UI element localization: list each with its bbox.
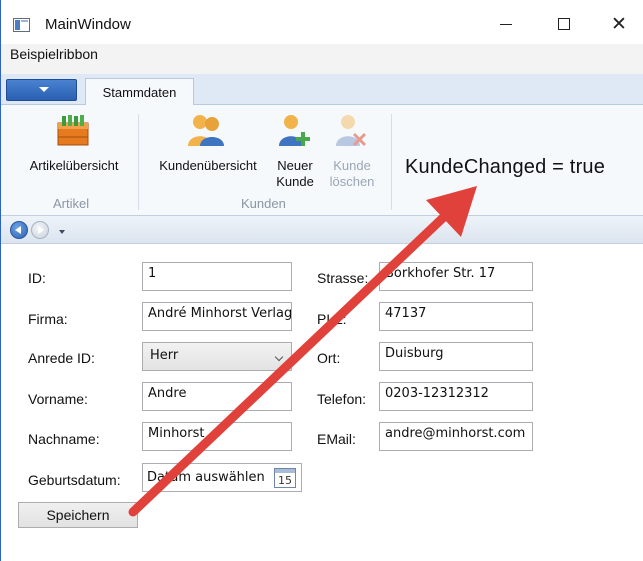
main-window: MainWindow ✕ Beispielribbon Stammdaten A… [0,0,643,561]
group-label-artikel: Artikel [53,196,90,211]
close-icon: ✕ [611,13,627,35]
minimize-icon [500,23,512,25]
ribbon-group-separator [391,114,392,210]
close-button[interactable]: ✕ [605,12,633,36]
ribbon-group-separator [138,114,139,210]
anrede-select[interactable]: Herr [142,342,292,371]
kunde-loeschen-button[interactable]: Kunde löschen [323,113,381,193]
add-user-icon [279,115,310,146]
anrede-label: Anrede ID: [28,350,95,366]
geburtsdatum-datepicker[interactable]: Datum auswählen 15 [142,463,302,492]
plz-label: PLZ: [317,311,347,327]
chevron-down-icon [274,352,284,362]
chevron-down-icon [39,87,49,92]
vorname-label: Vorname: [28,391,88,407]
artikel-uebersicht-button[interactable]: Artikelübersicht [18,113,130,183]
title-bar[interactable]: MainWindow ✕ [1,0,643,44]
email-label: EMail: [317,431,356,447]
minimize-button[interactable] [492,12,520,36]
firma-label: Firma: [28,311,68,327]
maximize-icon [558,18,570,30]
id-field[interactable]: 1 [142,262,292,291]
users-icon [188,115,224,146]
calendar-icon[interactable]: 15 [274,468,296,488]
telefon-field[interactable]: 0203-12312312 [379,382,533,411]
telefon-label: Telefon: [317,391,367,407]
ort-field[interactable]: Duisburg [379,342,533,371]
navigation-dropdown-icon[interactable] [59,230,65,234]
save-button[interactable]: Speichern [18,502,138,528]
neuer-kunde-button[interactable]: Neuer Kunde [269,113,321,193]
artikel-uebersicht-label: Artikelübersicht [29,158,119,173]
window-app-icon [13,18,30,32]
strasse-field[interactable]: Borkhofer Str. 17 [379,262,533,291]
anrede-selected-value: Herr [150,348,179,363]
back-arrow-icon[interactable] [10,221,28,239]
vorname-field[interactable]: Andre [142,382,292,411]
crate-icon [57,115,89,146]
nachname-label: Nachname: [28,431,100,447]
geburtsdatum-placeholder: Datum auswählen [147,470,265,485]
kunden-uebersicht-button[interactable]: Kundenübersicht [149,113,267,183]
group-label-kunden: Kunden [241,196,286,211]
kunde-loeschen-label-line1: Kunde [333,158,371,173]
geburtsdatum-label: Geburtsdatum: [28,472,121,488]
application-menu-button[interactable] [6,79,77,101]
ribbon-title-bar: Beispielribbon [1,44,643,74]
neuer-kunde-label-line2: Kunde [276,174,314,189]
ort-label: Ort: [317,350,341,366]
neuer-kunde-label-line1: Neuer [277,158,313,173]
id-label: ID: [28,270,46,286]
maximize-button[interactable] [550,12,578,36]
kunde-loeschen-label-line2: löschen [329,174,375,189]
firma-field[interactable]: André Minhorst Verlag [142,302,292,331]
strasse-label: Strasse: [317,270,369,286]
nachname-field[interactable]: Minhorst [142,422,292,451]
plz-field[interactable]: 47137 [379,302,533,331]
tab-stammdaten[interactable]: Stammdaten [85,78,194,106]
kunden-uebersicht-label: Kundenübersicht [159,158,257,173]
kunde-changed-status: KundeChanged = true [405,156,606,178]
email-field[interactable]: andre@minhorst.com [379,422,533,451]
window-title: MainWindow [45,16,131,33]
delete-user-icon [336,115,367,147]
forward-arrow-icon[interactable] [31,221,49,239]
ribbon-title: Beispielribbon [10,46,98,62]
navigation-bar [1,216,643,244]
